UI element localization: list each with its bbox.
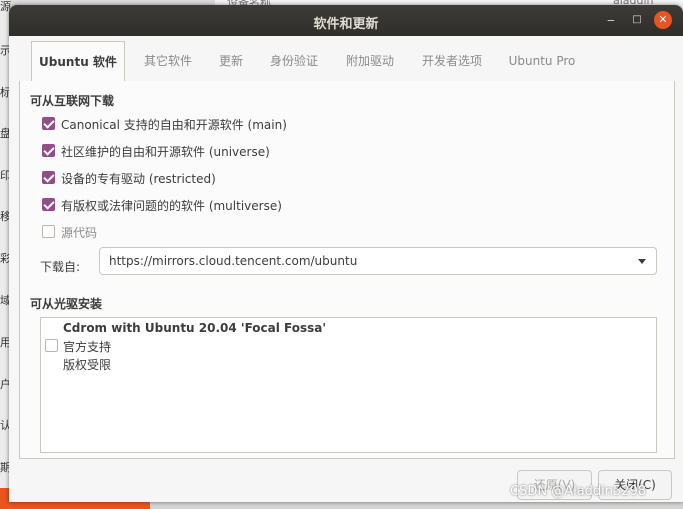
download-from-label: 下载自: xyxy=(40,260,81,274)
chevron-down-icon xyxy=(638,259,646,264)
cdrom-section-title: 可从光驱安装 xyxy=(30,297,103,311)
tab-additional-drivers[interactable]: 附加驱动 xyxy=(335,41,405,81)
tab-other-software[interactable]: 其它软件 xyxy=(133,41,203,81)
cdrom-list: Cdrom with Ubuntu 20.04 'Focal Fossa' 官方… xyxy=(40,317,657,453)
minimize-icon[interactable]: ‒ xyxy=(602,11,620,29)
tab-updates[interactable]: 更新 xyxy=(210,41,252,81)
tab-authentication[interactable]: 身份验证 xyxy=(259,41,329,81)
watermark-text: CSDN @Aladdin5298 xyxy=(510,484,647,499)
software-updates-dialog: 软件和更新 ‒ □ ✕ Ubuntu 软件 其它软件 更新 身份验证 附加驱动 … xyxy=(9,5,683,502)
checkbox-restricted[interactable] xyxy=(42,171,55,184)
window-title: 软件和更新 xyxy=(313,17,379,32)
checkbox-universe[interactable] xyxy=(42,144,55,157)
option-universe-label: 社区维护的自由和开源软件 (universe) xyxy=(61,145,270,159)
cdrom-support-line: 官方支持 xyxy=(63,340,112,354)
download-server-dropdown[interactable]: https://mirrors.cloud.tencent.com/ubuntu xyxy=(99,247,657,275)
download-server-value: https://mirrors.cloud.tencent.com/ubuntu xyxy=(109,254,358,268)
internet-section-title: 可从互联网下载 xyxy=(30,94,115,108)
option-source-code-label: 源代码 xyxy=(61,226,98,240)
option-multiverse-label: 有版权或法律问题的的软件 (multiverse) xyxy=(61,199,282,213)
tab-developer-options[interactable]: 开发者选项 xyxy=(410,41,494,81)
cdrom-name: Cdrom with Ubuntu 20.04 'Focal Fossa' xyxy=(63,321,327,335)
option-main-label: Canonical 支持的自由和开源软件 (main) xyxy=(61,118,287,132)
maximize-icon[interactable]: □ xyxy=(628,11,646,29)
tab-ubuntu-pro[interactable]: Ubuntu Pro xyxy=(499,41,585,81)
checkbox-main[interactable] xyxy=(42,117,55,130)
close-icon[interactable]: ✕ xyxy=(654,11,672,29)
checkbox-cdrom[interactable] xyxy=(45,339,58,352)
tab-ubuntu-software[interactable]: Ubuntu 软件 xyxy=(31,41,125,83)
ubuntu-software-panel: 可从互联网下载 Canonical 支持的自由和开源软件 (main) 社区维护… xyxy=(19,81,675,459)
option-restricted-label: 设备的专有驱动 (restricted) xyxy=(61,172,216,186)
cdrom-license-line: 版权受限 xyxy=(63,358,112,372)
checkbox-source-code[interactable] xyxy=(42,225,55,238)
tab-bar: Ubuntu 软件 其它软件 更新 身份验证 附加驱动 开发者选项 Ubuntu… xyxy=(19,41,673,83)
title-bar[interactable]: 软件和更新 ‒ □ ✕ xyxy=(9,5,683,36)
checkbox-multiverse[interactable] xyxy=(42,198,55,211)
